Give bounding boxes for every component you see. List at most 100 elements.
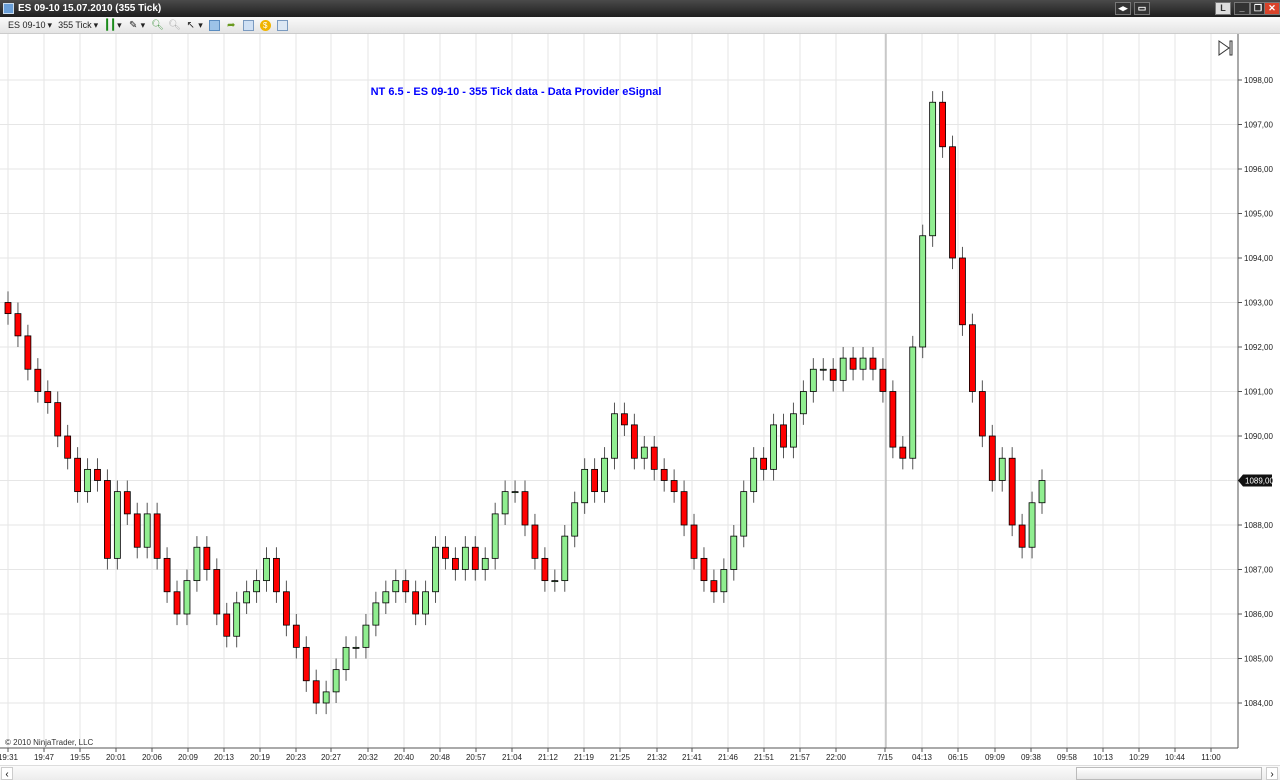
candle bbox=[581, 458, 589, 514]
x-tick-label: 20:32 bbox=[358, 753, 379, 762]
zoom-in-icon[interactable]: 🔍︎ bbox=[151, 20, 164, 31]
candle-body bbox=[571, 502, 579, 537]
y-tick-label: 1094,00 bbox=[1244, 254, 1273, 263]
candle-body bbox=[591, 468, 598, 493]
candle-body bbox=[24, 335, 32, 370]
candle-body bbox=[491, 513, 499, 559]
data-box-icon[interactable] bbox=[276, 19, 288, 31]
x-tick-label: 20:27 bbox=[321, 753, 342, 762]
minimize-button[interactable]: _ bbox=[1234, 2, 1250, 15]
candle bbox=[591, 458, 598, 503]
layout-button[interactable]: L bbox=[1215, 2, 1231, 15]
candle-body bbox=[133, 513, 141, 548]
x-tick-label: 20:13 bbox=[214, 753, 235, 762]
candle bbox=[978, 380, 986, 448]
scroll-left-icon[interactable]: ‹ bbox=[1, 767, 13, 780]
scroll-right-icon[interactable]: › bbox=[1266, 767, 1278, 780]
candle-body bbox=[74, 457, 81, 493]
x-tick-label: 21:04 bbox=[502, 753, 523, 762]
candle-body bbox=[153, 513, 161, 559]
last-price-label: 1089,00 bbox=[1245, 477, 1274, 486]
candle-body bbox=[581, 468, 589, 504]
x-tick-label: 21:51 bbox=[754, 753, 775, 762]
orders-icon[interactable]: $ bbox=[259, 19, 271, 31]
candle-body bbox=[531, 524, 539, 559]
candle-body bbox=[790, 413, 797, 448]
candle-body bbox=[710, 580, 718, 593]
candle-body bbox=[730, 535, 738, 570]
instrument-label: ES 09-10 bbox=[8, 20, 46, 30]
price-axis[interactable]: 1084,00 1085,00 1086,00 1087,00 1088,00 1089,… bbox=[1238, 76, 1273, 708]
candle bbox=[511, 480, 519, 503]
time-axis[interactable]: 19:31 19:47 19:55 20:01 20:06 20:09 20:13 20:19… bbox=[0, 748, 1221, 762]
candle bbox=[44, 380, 52, 414]
x-tick-label: 20:06 bbox=[142, 753, 163, 762]
close-button[interactable]: ✕ bbox=[1264, 2, 1280, 15]
drawing-tools-button[interactable]: ✎ ▾ bbox=[128, 20, 145, 31]
strategy-icon[interactable] bbox=[242, 19, 254, 31]
candle bbox=[382, 580, 390, 614]
candle bbox=[621, 402, 628, 436]
candle bbox=[452, 547, 459, 581]
candle-body bbox=[998, 457, 1006, 481]
instrument-selector[interactable]: ES 09-10 ▾ bbox=[8, 20, 52, 31]
candle bbox=[213, 558, 221, 626]
x-tick-label: 22:00 bbox=[826, 753, 847, 762]
candle-body bbox=[44, 391, 52, 404]
candle-body bbox=[541, 557, 549, 582]
candle-body bbox=[481, 557, 489, 570]
x-tick-label: 20:09 bbox=[178, 753, 199, 762]
zoom-out-icon[interactable]: 🔍︎ bbox=[168, 20, 181, 31]
y-tick-label: 1084,00 bbox=[1244, 699, 1273, 708]
candle bbox=[491, 502, 499, 570]
horizontal-scrollbar[interactable]: ‹ › bbox=[0, 765, 1280, 780]
cursor-button[interactable]: ↖ ▾ bbox=[185, 20, 202, 31]
price-chart[interactable]: NT 6.5 - ES 09-10 - 355 Tick data - Data… bbox=[0, 34, 1280, 765]
y-tick-label: 1090,00 bbox=[1244, 432, 1273, 441]
window-tile-icon[interactable]: ▭ bbox=[1134, 2, 1150, 15]
candle bbox=[700, 547, 708, 592]
properties-icon[interactable] bbox=[208, 19, 220, 31]
candle-body bbox=[193, 546, 201, 582]
candle-body bbox=[819, 368, 827, 371]
candle-body bbox=[173, 591, 181, 615]
candle-body bbox=[650, 446, 658, 470]
x-tick-label: 20:23 bbox=[286, 753, 307, 762]
candle bbox=[919, 224, 927, 359]
candle-body bbox=[809, 368, 817, 392]
x-tick-label: 20:01 bbox=[106, 753, 127, 762]
candle-body bbox=[292, 624, 300, 648]
copyright-text: © 2010 NinjaTrader, LLC bbox=[5, 738, 94, 747]
candle-body bbox=[839, 357, 847, 381]
candle bbox=[809, 358, 817, 403]
candle bbox=[959, 246, 966, 336]
candle-body bbox=[988, 435, 996, 481]
candle bbox=[1028, 491, 1036, 559]
candle-body bbox=[909, 346, 917, 459]
candle-body bbox=[1018, 524, 1026, 548]
candle bbox=[163, 547, 171, 603]
candle-body bbox=[1028, 502, 1036, 548]
candle bbox=[352, 636, 360, 659]
interval-selector[interactable]: 355 Tick ▾ bbox=[58, 20, 98, 31]
x-tick-label: 21:12 bbox=[538, 753, 559, 762]
scroll-to-end-icon[interactable] bbox=[1218, 40, 1233, 56]
candle bbox=[54, 391, 62, 448]
y-tick-label: 1096,00 bbox=[1244, 165, 1273, 174]
candle-body bbox=[402, 580, 410, 593]
candle-body bbox=[372, 602, 380, 626]
candle-body bbox=[939, 101, 946, 148]
x-tick-label: 20:19 bbox=[250, 753, 271, 762]
candle-body bbox=[104, 480, 111, 559]
candle bbox=[253, 569, 260, 603]
instrument-link-icon[interactable]: ➦ bbox=[226, 20, 237, 31]
candle-body bbox=[392, 580, 400, 593]
candle-body bbox=[899, 446, 907, 459]
link-icon[interactable]: ◂▸ bbox=[1115, 2, 1131, 15]
chart-style-button[interactable]: ┃┃ ▾ bbox=[104, 20, 122, 31]
candle-body bbox=[273, 557, 280, 593]
scrollbar-thumb[interactable] bbox=[1076, 767, 1262, 780]
candle-body bbox=[869, 357, 877, 370]
x-tick-label: 21:46 bbox=[718, 753, 739, 762]
candle-body bbox=[432, 546, 439, 593]
